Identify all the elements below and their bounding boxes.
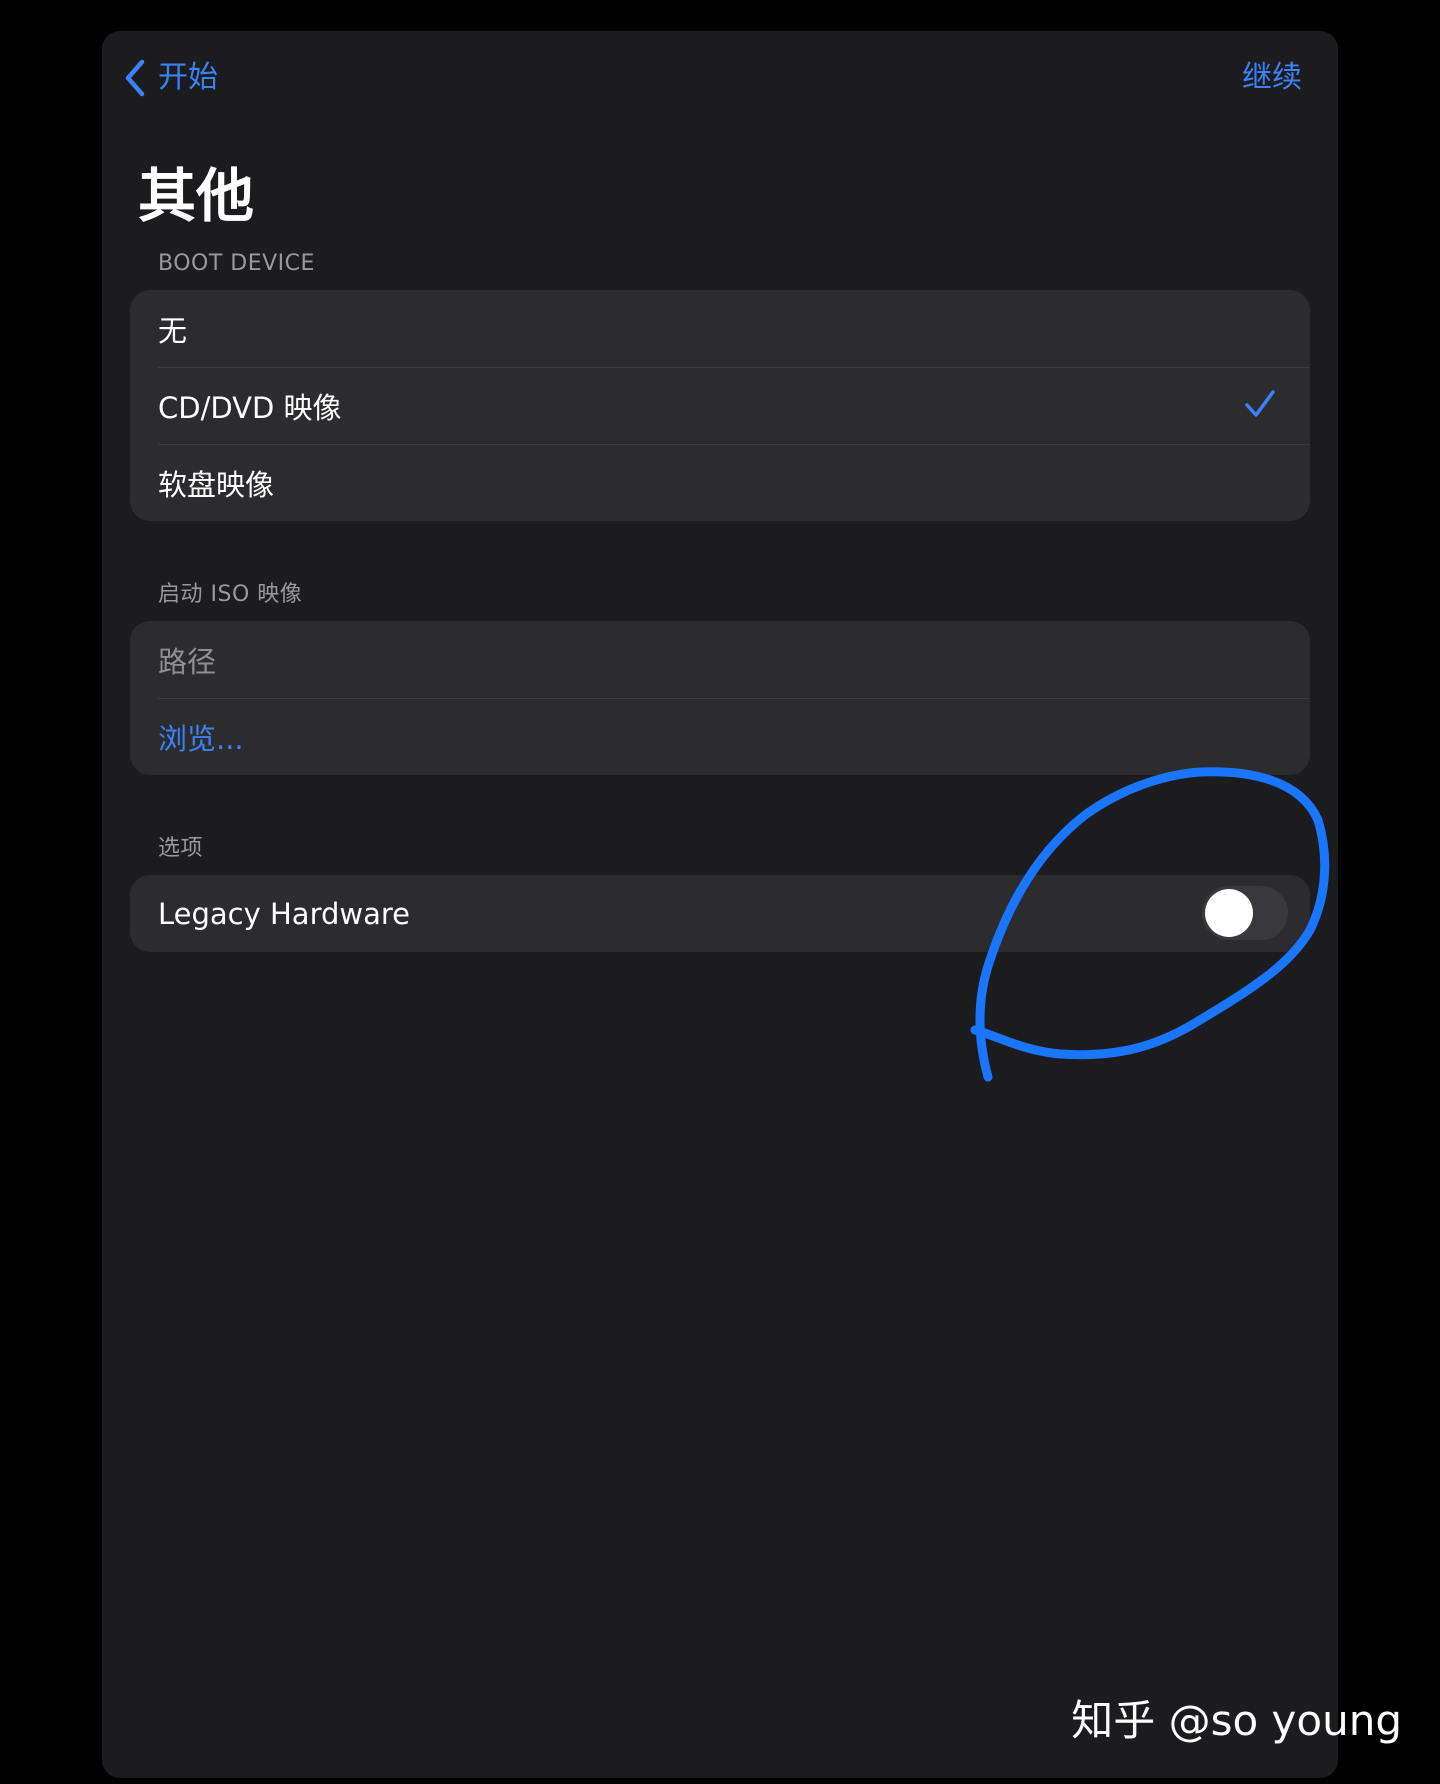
toggle-knob [1205,889,1253,937]
boot-device-list: 无 CD/DVD 映像 软盘映像 [130,290,1310,521]
option-label: CD/DVD 映像 [158,390,342,425]
chevron-left-icon [124,59,146,97]
browse-button[interactable]: 浏览... [130,698,1310,775]
settings-sheet: 开始 继续 其他 BOOT DEVICE 无 CD/DVD 映像 软盘映像 启动… [102,31,1338,1778]
browse-label: 浏览... [158,721,244,756]
back-button-label: 开始 [158,60,218,95]
path-field[interactable]: 路径 [130,621,1310,698]
section-header-options: 选项 [158,836,204,861]
boot-device-option-cd-dvd[interactable]: CD/DVD 映像 [130,367,1310,444]
legacy-hardware-label: Legacy Hardware [158,896,411,931]
page-title: 其他 [138,162,255,230]
legacy-hardware-row: Legacy Hardware [130,875,1310,952]
options-group: Legacy Hardware [130,875,1310,952]
navigation-bar: 开始 继续 [102,31,1338,131]
checkmark-icon [1244,389,1276,426]
legacy-hardware-toggle[interactable] [1202,886,1288,940]
back-button[interactable]: 开始 [124,59,218,97]
option-label: 无 [158,313,188,348]
watermark: 知乎 @so young [1071,1696,1402,1745]
boot-device-option-none[interactable]: 无 [130,290,1310,367]
section-header-boot-device: BOOT DEVICE [158,251,315,276]
path-placeholder: 路径 [158,644,217,679]
boot-iso-group: 路径 浏览... [130,621,1310,775]
boot-device-option-floppy[interactable]: 软盘映像 [130,444,1310,521]
option-label: 软盘映像 [158,467,275,502]
section-header-boot-iso: 启动 ISO 映像 [158,582,303,607]
continue-button[interactable]: 继续 [1242,63,1302,93]
